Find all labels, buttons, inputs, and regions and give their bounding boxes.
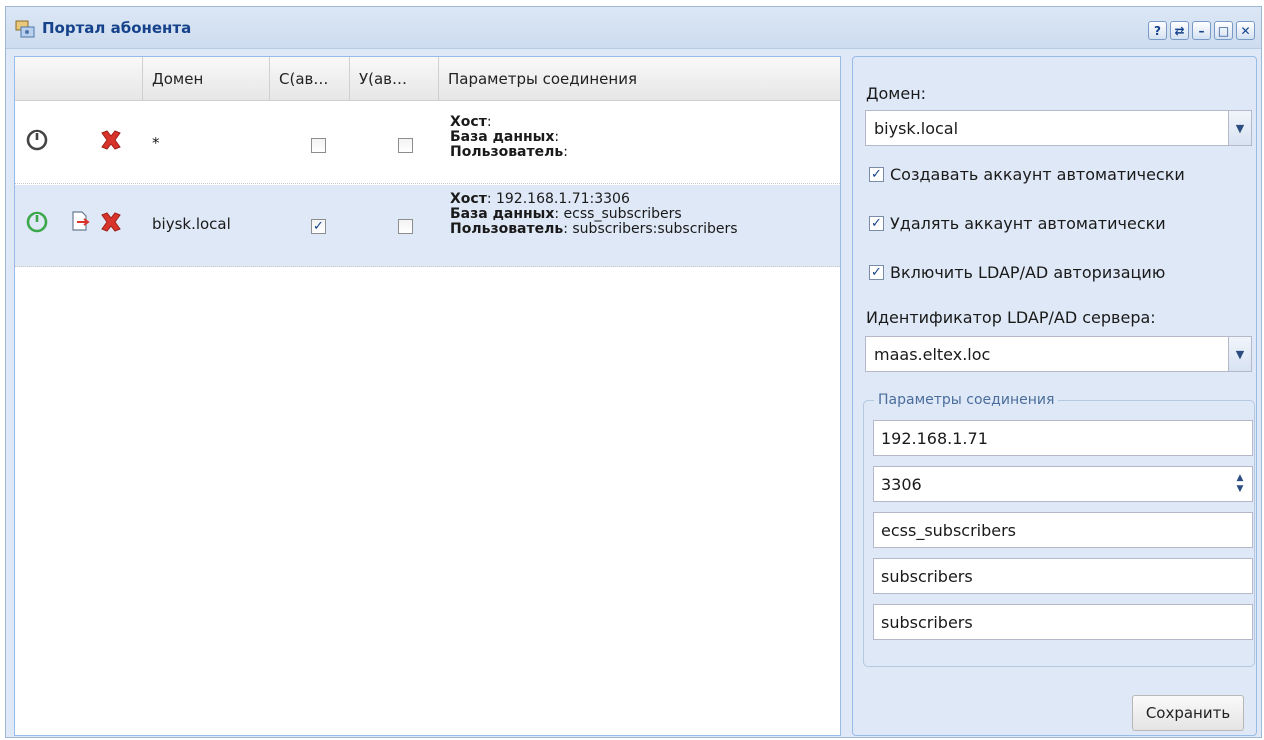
ldap-id-label: Идентификатор LDAP/AD сервера: <box>866 308 1156 327</box>
close-icon[interactable]: ✕ <box>1236 21 1255 40</box>
delete-icon[interactable] <box>99 211 123 233</box>
table-row-selected[interactable]: biysk.local ✓ Хост: 192.168.1.71:3306 Ба… <box>15 185 840 267</box>
domains-grid: Домен С(ав… У(ав… Параметры соединения *… <box>14 56 841 736</box>
help-icon[interactable]: ? <box>1148 21 1167 40</box>
delete-icon[interactable] <box>99 129 123 151</box>
subscriber-portal-window: Портал абонента ? ⇄ – □ ✕ Домен С(ав… У(… <box>5 6 1262 738</box>
row-domain: * <box>152 134 160 152</box>
port-input-value: 3306 <box>881 475 922 494</box>
user-input[interactable]: subscribers <box>873 558 1253 594</box>
create-auto-label: Создавать аккаунт автоматически <box>890 165 1185 184</box>
create-auto-checkbox[interactable]: ✓ <box>311 219 326 234</box>
db-value: ecss_subscribers <box>559 206 682 222</box>
power-on-icon[interactable] <box>26 211 48 233</box>
password-input-value: subscribers <box>881 613 973 632</box>
row-domain: biysk.local <box>152 215 231 233</box>
window-tools: ? ⇄ – □ ✕ <box>1148 21 1255 40</box>
domain-select-value: biysk.local <box>874 119 959 138</box>
minimize-icon[interactable]: – <box>1192 21 1211 40</box>
table-row[interactable]: * Хост: База данных: Пользователь: <box>15 102 840 184</box>
ldap-auth-checkbox[interactable]: ✓ <box>869 265 884 280</box>
portal-app-icon <box>15 20 35 38</box>
domain-select[interactable]: biysk.local ▼ <box>865 110 1252 146</box>
user-input-value: subscribers <box>881 567 973 586</box>
password-input[interactable]: subscribers <box>873 604 1253 640</box>
window-title: Портал абонента <box>42 19 192 37</box>
refresh-icon[interactable]: ⇄ <box>1170 21 1189 40</box>
export-icon[interactable] <box>70 211 90 231</box>
spinner-icon[interactable]: ▲ ▼ <box>1230 469 1250 499</box>
db-label: База данных <box>450 206 555 222</box>
host-label: Хост <box>450 114 487 130</box>
delete-auto-label: Удалять аккаунт автоматически <box>890 214 1166 233</box>
maximize-icon[interactable]: □ <box>1214 21 1233 40</box>
db-label: База данных <box>450 129 555 145</box>
delete-auto-checkbox[interactable] <box>398 138 413 153</box>
host-input[interactable]: 192.168.1.71 <box>873 420 1253 456</box>
ldap-id-select[interactable]: maas.eltex.loc ▼ <box>865 336 1252 372</box>
user-label: Пользователь <box>450 221 564 237</box>
delete-auto-option[interactable]: ✓ Удалять аккаунт автоматически <box>869 214 1166 233</box>
port-stepper[interactable]: 3306 ▲ ▼ <box>873 466 1253 502</box>
chevron-down-icon[interactable]: ▼ <box>1228 337 1251 371</box>
delete-auto-checkbox[interactable]: ✓ <box>869 216 884 231</box>
window-titlebar: Портал абонента ? ⇄ – □ ✕ <box>6 7 1261 49</box>
host-value: 192.168.1.71:3306 <box>491 191 630 207</box>
column-delete-auto[interactable]: У(ав… <box>350 57 439 101</box>
column-create-auto[interactable]: С(ав… <box>270 57 350 101</box>
create-auto-checkbox[interactable] <box>311 138 326 153</box>
host-label: Хост <box>450 191 487 207</box>
create-auto-option[interactable]: ✓ Создавать аккаунт автоматически <box>869 165 1185 184</box>
create-auto-checkbox[interactable]: ✓ <box>869 167 884 182</box>
connection-params: Хост: База данных: Пользователь: <box>450 114 568 160</box>
connection-params-legend: Параметры соединения <box>878 392 1055 408</box>
delete-auto-checkbox[interactable] <box>398 219 413 234</box>
connection-params: Хост: 192.168.1.71:3306 База данных: ecs… <box>450 191 738 237</box>
column-actions[interactable] <box>15 57 143 101</box>
host-input-value: 192.168.1.71 <box>881 429 988 448</box>
ldap-id-value: maas.eltex.loc <box>874 345 991 364</box>
column-domain[interactable]: Домен <box>143 57 270 101</box>
grid-header: Домен С(ав… У(ав… Параметры соединения <box>15 57 840 101</box>
domain-label: Домен: <box>866 84 927 103</box>
database-input-value: ecss_subscribers <box>881 521 1017 540</box>
database-input[interactable]: ecss_subscribers <box>873 512 1253 548</box>
user-value: subscribers:subscribers <box>567 221 738 237</box>
domain-settings-form: Домен: biysk.local ▼ ✓ Создавать аккаунт… <box>852 56 1257 736</box>
ldap-auth-label: Включить LDAP/AD авторизацию <box>890 263 1166 282</box>
save-button[interactable]: Сохранить <box>1132 695 1244 731</box>
power-off-icon[interactable] <box>26 129 48 151</box>
user-label: Пользователь <box>450 144 564 160</box>
column-connection-params[interactable]: Параметры соединения <box>439 57 840 101</box>
chevron-down-icon[interactable]: ▼ <box>1228 111 1251 145</box>
ldap-auth-option[interactable]: ✓ Включить LDAP/AD авторизацию <box>869 263 1165 282</box>
